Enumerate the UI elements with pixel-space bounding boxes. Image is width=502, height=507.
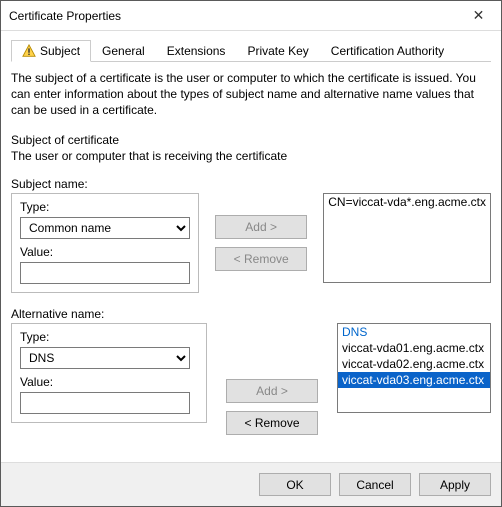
subject-name-list[interactable]: CN=viccat-vda*.eng.acme.ctx bbox=[323, 193, 491, 283]
warning-icon bbox=[22, 44, 36, 58]
intro-text: The subject of a certificate is the user… bbox=[11, 70, 491, 119]
alt-name-fields: Type: DNS Value: bbox=[11, 323, 207, 423]
tab-ca[interactable]: Certification Authority bbox=[320, 40, 455, 62]
tab-label: Certification Authority bbox=[331, 44, 444, 58]
close-icon: ✕ bbox=[473, 7, 485, 24]
tab-private-key[interactable]: Private Key bbox=[236, 40, 319, 62]
subject-subheading: The user or computer that is receiving t… bbox=[11, 149, 491, 163]
subject-heading: Subject of certificate bbox=[11, 133, 491, 147]
content-area: Subject General Extensions Private Key C… bbox=[1, 31, 501, 462]
tab-strip: Subject General Extensions Private Key C… bbox=[11, 39, 491, 62]
subject-value-input[interactable] bbox=[20, 262, 190, 284]
list-header: DNS bbox=[338, 324, 490, 340]
titlebar: Certificate Properties ✕ bbox=[1, 1, 501, 31]
tab-label: Private Key bbox=[247, 44, 308, 58]
tab-label: Subject bbox=[40, 44, 80, 58]
subject-name-fields: Type: Common name Value: bbox=[11, 193, 199, 293]
subject-remove-button[interactable]: < Remove bbox=[215, 247, 307, 271]
subject-type-select[interactable]: Common name bbox=[20, 217, 190, 239]
alt-name-list[interactable]: DNSviccat-vda01.eng.acme.ctxviccat-vda02… bbox=[337, 323, 491, 413]
list-item[interactable]: viccat-vda02.eng.acme.ctx bbox=[338, 356, 490, 372]
ok-button[interactable]: OK bbox=[259, 473, 331, 496]
alt-value-input[interactable] bbox=[20, 392, 190, 414]
alt-remove-button[interactable]: < Remove bbox=[226, 411, 318, 435]
alt-name-label: Alternative name: bbox=[11, 307, 491, 321]
list-item[interactable]: CN=viccat-vda*.eng.acme.ctx bbox=[324, 194, 490, 210]
alt-add-button[interactable]: Add > bbox=[226, 379, 318, 403]
tab-label: Extensions bbox=[167, 44, 226, 58]
subject-name-label: Subject name: bbox=[11, 177, 491, 191]
list-item[interactable]: viccat-vda03.eng.acme.ctx bbox=[338, 372, 490, 388]
close-button[interactable]: ✕ bbox=[456, 1, 501, 30]
alt-buttons: Add > < Remove bbox=[207, 323, 337, 435]
list-item[interactable]: viccat-vda01.eng.acme.ctx bbox=[338, 340, 490, 356]
alt-name-row: Type: DNS Value: Add > < Remove DNSvicca… bbox=[11, 323, 491, 452]
subject-buttons: Add > < Remove bbox=[199, 193, 323, 271]
alt-value-label: Value: bbox=[20, 375, 198, 389]
tab-subject[interactable]: Subject bbox=[11, 40, 91, 62]
tab-general[interactable]: General bbox=[91, 40, 156, 62]
tab-extensions[interactable]: Extensions bbox=[156, 40, 237, 62]
subject-add-button[interactable]: Add > bbox=[215, 215, 307, 239]
alt-type-select[interactable]: DNS bbox=[20, 347, 190, 369]
subject-value-label: Value: bbox=[20, 245, 190, 259]
subject-type-label: Type: bbox=[20, 200, 190, 214]
subject-name-row: Type: Common name Value: Add > < Remove … bbox=[11, 193, 491, 293]
cancel-button[interactable]: Cancel bbox=[339, 473, 411, 496]
dialog-buttons: OK Cancel Apply bbox=[1, 462, 501, 506]
alt-type-label: Type: bbox=[20, 330, 198, 344]
window-title: Certificate Properties bbox=[9, 9, 456, 23]
apply-button[interactable]: Apply bbox=[419, 473, 491, 496]
tab-label: General bbox=[102, 44, 145, 58]
